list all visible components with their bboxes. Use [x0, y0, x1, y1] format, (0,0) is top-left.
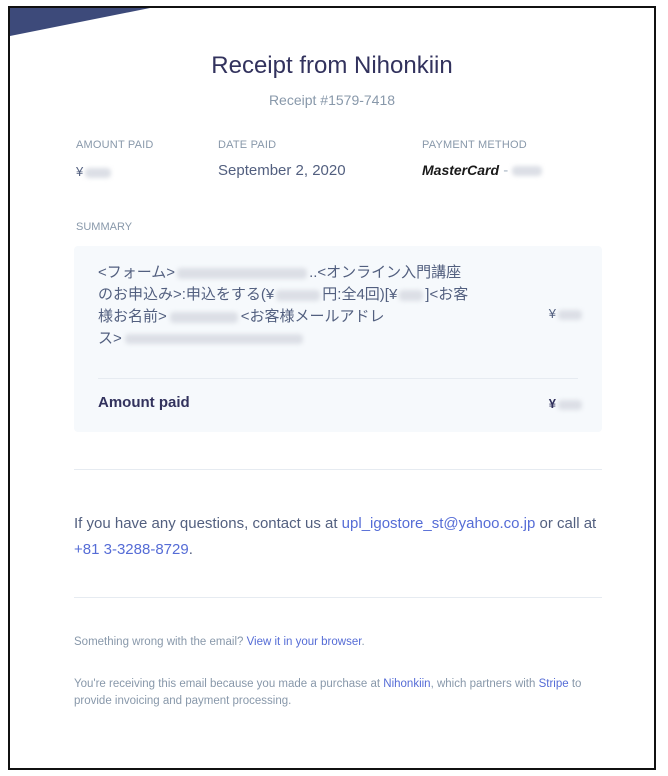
receiving-prefix: You're receiving this email because you … [74, 678, 384, 690]
paid-amount-currency: ¥ [548, 396, 556, 411]
payment-method-value: MasterCard - [422, 162, 543, 179]
amount-paid-value: ¥ [76, 164, 112, 179]
redacted-paid-amount [558, 399, 582, 410]
wrong-email-suffix: . [361, 636, 365, 648]
contact-text: If you have any questions, contact us at… [74, 511, 604, 563]
desc-line2-a: のお申込み>:申込をする(¥ [98, 286, 275, 303]
date-paid-value: September 2, 2020 [218, 162, 346, 179]
desc-line4-a: ス> [98, 330, 122, 347]
desc-line1-a: <フォーム> [98, 264, 176, 281]
view-in-browser-text: Something wrong with the email? View it … [74, 634, 604, 651]
redacted-customer-name [169, 311, 238, 323]
view-in-browser-link[interactable]: View it in your browser [247, 636, 362, 648]
payment-dash: - [499, 162, 513, 179]
desc-line2-c: ]<お客 [425, 286, 469, 303]
redacted-price [276, 289, 321, 301]
stripe-link[interactable]: Stripe [539, 678, 569, 690]
receipt-number: Receipt #1579-7418 [268, 92, 396, 108]
receiving-reason-text: You're receiving this email because you … [74, 676, 604, 710]
receipt-title: Receipt from Nihonkiin [211, 52, 453, 79]
desc-line1-b: ..<オンライン入門講座 [309, 264, 462, 281]
summary-box: <フォーム> ..<オンライン入門講座 のお申込み>:申込をする(¥ 円:全4回)[… [74, 246, 602, 432]
redacted-item-amount [558, 309, 582, 320]
payment-method-label: PAYMENT METHOD [422, 139, 527, 151]
summary-amount-paid-label: Amount paid [98, 394, 190, 411]
amount-paid-currency: ¥ [76, 164, 84, 179]
redacted-customer-email [124, 334, 303, 345]
receiving-middle: , which partners with [430, 678, 539, 690]
summary-divider [98, 378, 578, 379]
desc-line3-a: 様お名前> [98, 308, 167, 325]
contact-prefix: If you have any questions, contact us at [74, 515, 342, 532]
wrong-email-prefix: Something wrong with the email? [74, 636, 247, 648]
mastercard-logo: MasterCard [422, 162, 500, 178]
divider-bottom [74, 597, 602, 598]
divider-top [74, 469, 602, 470]
date-paid-label: DATE PAID [218, 139, 277, 151]
contact-email-link[interactable]: upl_igostore_st@yahoo.co.jp [342, 515, 536, 532]
summary-amount-paid-value: ¥ [549, 396, 582, 411]
contact-phone-link[interactable]: +81 3-3288-8729 [74, 541, 189, 558]
item-amount-currency: ¥ [548, 306, 556, 321]
contact-middle: or call at [535, 515, 597, 532]
redacted-fee [399, 289, 424, 301]
summary-item-amount: ¥ [549, 306, 582, 321]
redacted-card-digits [512, 166, 543, 177]
merchant-link[interactable]: Nihonkiin [383, 678, 430, 690]
amount-paid-label: AMOUNT PAID [76, 139, 154, 151]
summary-label: SUMMARY [76, 221, 133, 233]
redacted-form-id [177, 267, 308, 279]
summary-item-description: <フォーム> ..<オンライン入門講座 のお申込み>:申込をする(¥ 円:全4回)[… [98, 262, 538, 350]
redacted-amount [85, 167, 112, 178]
corner-banner [10, 8, 150, 36]
contact-suffix: . [188, 541, 193, 558]
desc-line3-b: <お客様メールアドレ [240, 308, 385, 325]
desc-line2-b: 円:全4回)[¥ [322, 286, 398, 303]
email-receipt-frame: Receipt from Nihonkiin Receipt #1579-741… [8, 6, 656, 770]
